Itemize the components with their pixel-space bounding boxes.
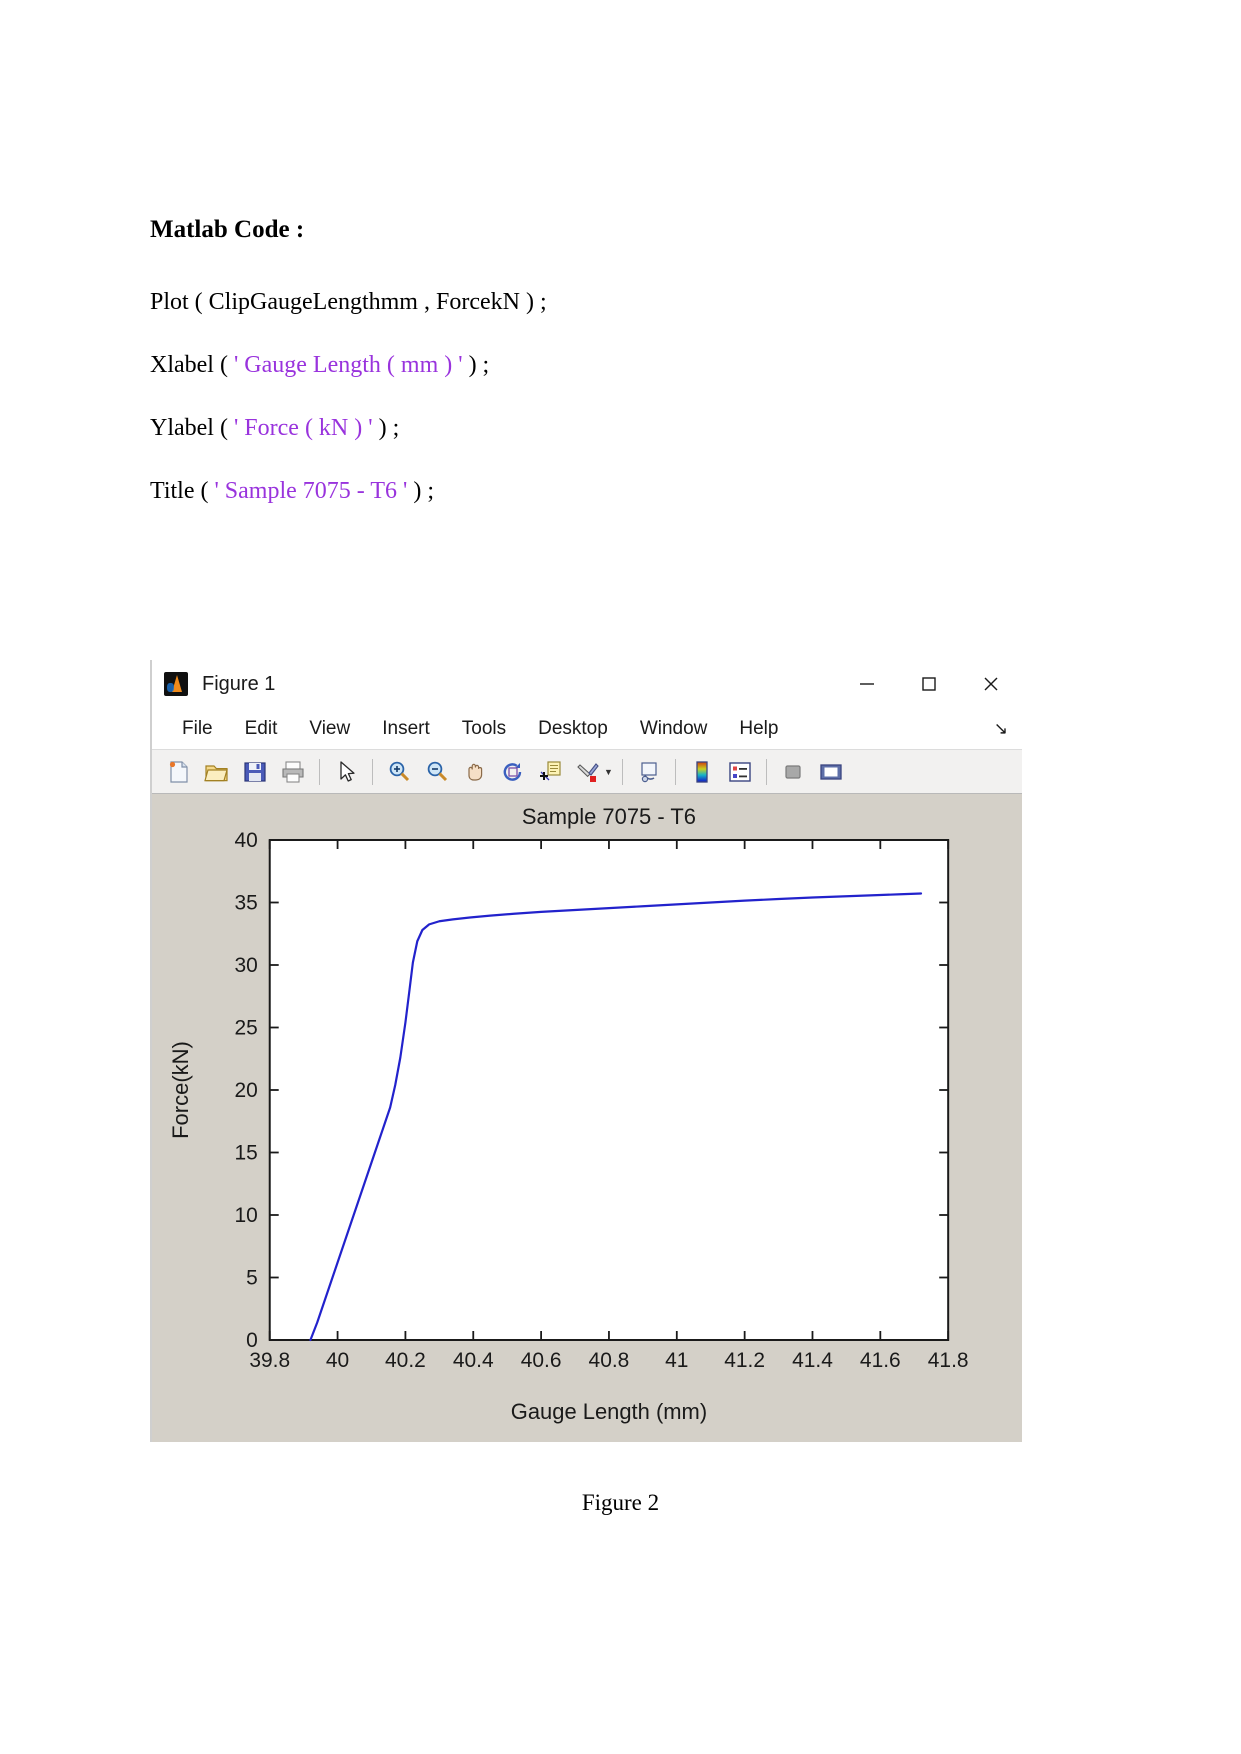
- x-tick-label: 40: [326, 1349, 349, 1372]
- code-text: Ylabel (: [150, 415, 234, 441]
- code-text: ) ;: [372, 415, 400, 441]
- x-tick-label: 40.4: [453, 1349, 494, 1372]
- figure-plot-area: 39.8 40 40.2 40.4 40.6 40.8 41 41.2 41.4 41.6 41.8…: [152, 794, 1022, 1442]
- window-title: Figure 1: [202, 672, 276, 695]
- save-figure-icon[interactable]: [238, 755, 272, 789]
- zoom-in-icon[interactable]: [382, 755, 416, 789]
- y-tick-label: 0: [246, 1329, 258, 1352]
- edit-plot-pointer-icon[interactable]: [329, 755, 363, 789]
- y-tick-label: 40: [234, 829, 257, 852]
- hide-plot-tools-icon[interactable]: [776, 755, 810, 789]
- brush-data-icon[interactable]: [572, 755, 606, 789]
- code-text: Title (: [150, 478, 215, 504]
- code-text: Plot ( ClipGaugeLengthmm , ForcekN ) ;: [150, 289, 547, 315]
- x-tick-label: 40.6: [521, 1349, 562, 1372]
- code-line-ylabel: Ylabel ( ' Force ( kN ) ' ) ;: [150, 413, 1110, 443]
- menu-item-file[interactable]: File: [166, 718, 229, 740]
- menu-item-desktop[interactable]: Desktop: [522, 718, 624, 740]
- y-axis-label: Force(kN): [168, 1041, 193, 1139]
- code-text: ) ;: [462, 352, 490, 378]
- menu-bar: File Edit View Insert Tools Desktop Wind…: [152, 708, 1022, 750]
- x-tick-label: 40.8: [589, 1349, 630, 1372]
- code-line-plot: Plot ( ClipGaugeLengthmm , ForcekN ) ;: [150, 287, 1110, 317]
- y-tick-label: 5: [246, 1266, 258, 1289]
- x-tick-label: 41.2: [724, 1349, 765, 1372]
- menu-item-view[interactable]: View: [293, 718, 366, 740]
- menu-item-insert[interactable]: Insert: [366, 718, 446, 740]
- new-figure-icon[interactable]: [162, 755, 196, 789]
- open-file-icon[interactable]: [200, 755, 234, 789]
- y-tick-label: 30: [234, 954, 257, 977]
- window-title-bar: Figure 1: [152, 660, 1022, 708]
- menu-overflow-arrow-icon[interactable]: ↘: [994, 720, 1008, 737]
- figure-caption: Figure 2: [581, 1490, 660, 1515]
- data-cursor-icon[interactable]: [534, 755, 568, 789]
- link-plot-icon[interactable]: [632, 755, 666, 789]
- window-controls: [836, 660, 1022, 708]
- minimize-button[interactable]: [836, 660, 898, 708]
- rotate-3d-icon[interactable]: [496, 755, 530, 789]
- maximize-button[interactable]: [898, 660, 960, 708]
- code-string: ' Gauge Length ( mm ) ': [233, 352, 463, 378]
- axes-box: [268, 839, 950, 1341]
- chart-title: Sample 7075 - T6: [522, 804, 696, 829]
- insert-colorbar-icon[interactable]: [685, 755, 719, 789]
- toolbar-separator: [621, 758, 623, 785]
- pan-hand-icon[interactable]: [458, 755, 492, 789]
- toolbar-separator: [674, 758, 676, 785]
- code-text: ) ;: [407, 478, 434, 504]
- brush-dropdown-caret-icon[interactable]: ▼: [604, 767, 613, 777]
- y-tick-label: 15: [234, 1141, 257, 1164]
- menu-item-tools[interactable]: Tools: [446, 718, 522, 740]
- code-text: Xlabel (: [150, 352, 234, 378]
- toolbar-separator: [765, 758, 767, 785]
- menu-item-edit[interactable]: Edit: [229, 718, 294, 740]
- menu-item-window[interactable]: Window: [624, 718, 724, 740]
- figure-toolbar: ▼: [152, 750, 1022, 794]
- y-tick-label: 20: [234, 1079, 257, 1102]
- toolbar-separator: [372, 758, 373, 785]
- insert-legend-icon[interactable]: [723, 755, 757, 789]
- force-vs-gauge-length-chart: 39.8 40 40.2 40.4 40.6 40.8 41 41.2 41.4 41.6 41.8…: [152, 794, 1022, 1442]
- x-tick-label: 39.8: [249, 1349, 290, 1372]
- x-tick-label: 41.6: [860, 1349, 901, 1372]
- code-string: ' Sample 7075 - T6 ': [214, 478, 408, 504]
- x-tick-label: 40.2: [385, 1349, 426, 1372]
- show-plot-tools-icon[interactable]: [814, 755, 848, 789]
- menu-item-help[interactable]: Help: [723, 718, 794, 740]
- document-body: Matlab Code : Plot ( ClipGaugeLengthmm ,…: [150, 215, 1110, 539]
- code-line-title: Title ( ' Sample 7075 - T6 ' ) ;: [150, 476, 1110, 506]
- close-button[interactable]: [960, 660, 1022, 708]
- zoom-out-icon[interactable]: [420, 755, 454, 789]
- x-tick-label: 41: [665, 1349, 688, 1372]
- x-tick-label: 41.4: [792, 1349, 833, 1372]
- x-tick-label: 41.8: [928, 1349, 969, 1372]
- code-string: ' Force ( kN ) ': [233, 415, 373, 441]
- print-figure-icon[interactable]: [276, 755, 310, 789]
- x-axis-label: Gauge Length (mm): [511, 1399, 707, 1424]
- y-tick-label: 35: [234, 891, 257, 914]
- y-tick-label: 25: [234, 1016, 257, 1039]
- matlab-figure-window: Figure 1 File Edit View Insert Tools Des…: [150, 660, 1022, 1442]
- code-line-xlabel: Xlabel ( ' Gauge Length ( mm ) ' ) ;: [150, 350, 1110, 380]
- toolbar-separator: [319, 758, 320, 785]
- matlab-icon: [164, 672, 188, 696]
- page-title: Matlab Code :: [150, 216, 305, 243]
- y-tick-label: 10: [234, 1204, 257, 1227]
